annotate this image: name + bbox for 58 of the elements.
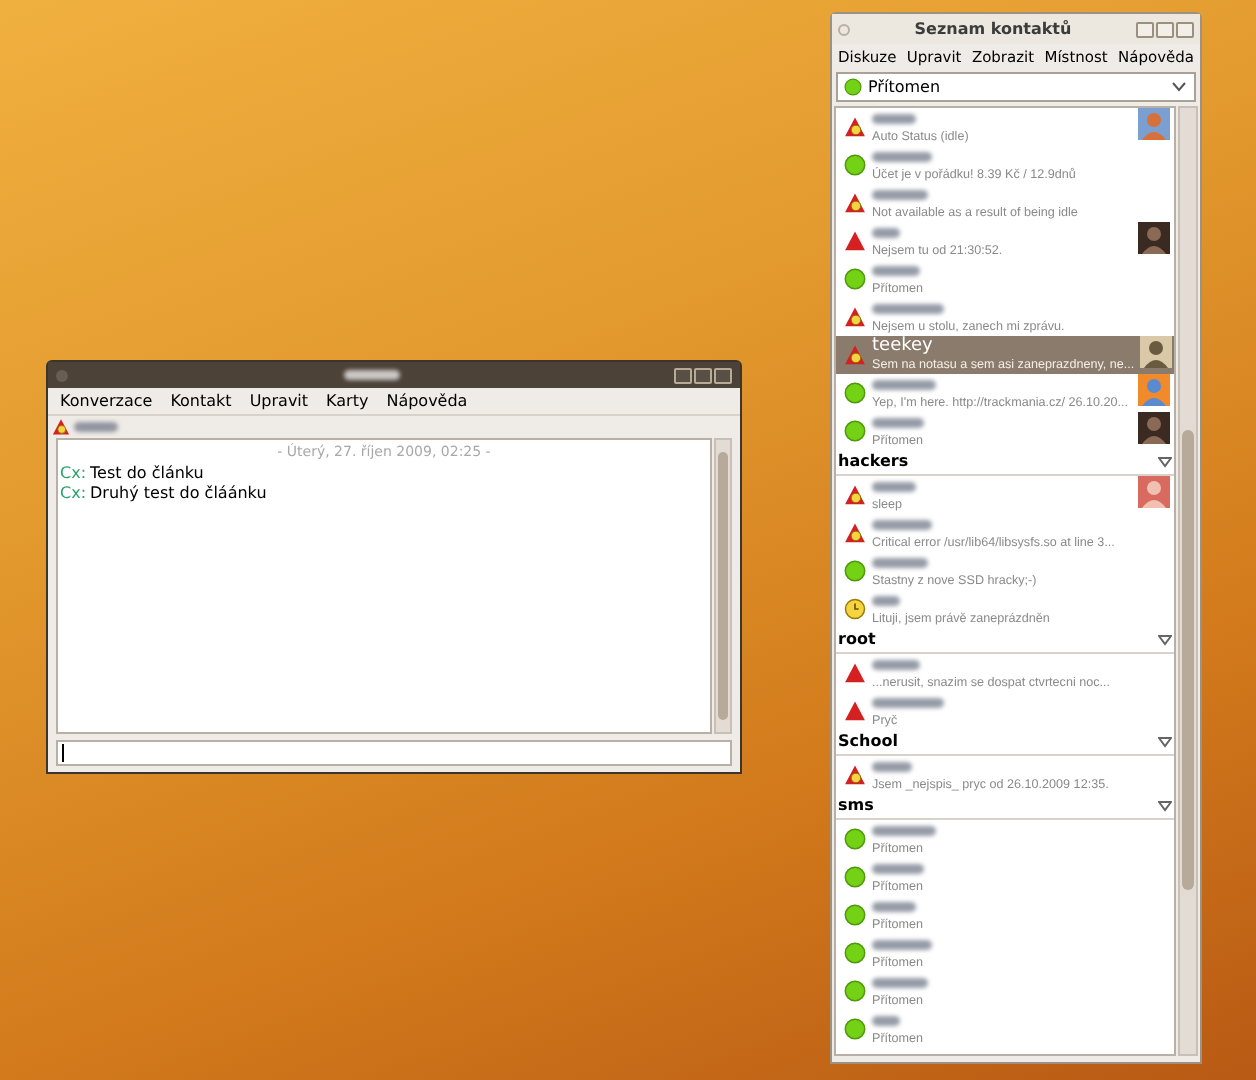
status-value: Přítomen xyxy=(868,75,943,99)
blurred-name xyxy=(872,557,928,567)
group-header[interactable]: sms xyxy=(836,794,1174,820)
blurred-name xyxy=(872,863,924,873)
blurred-name xyxy=(872,189,928,199)
blurred-name xyxy=(872,761,912,771)
message-input-field[interactable] xyxy=(56,740,732,766)
menu-item[interactable]: Upravit xyxy=(249,389,309,413)
close-button[interactable] xyxy=(714,367,732,383)
close-button[interactable] xyxy=(1175,21,1194,37)
blurred-name xyxy=(872,825,936,835)
group-name: root xyxy=(838,628,876,652)
contact-name: teekey xyxy=(872,337,935,355)
menu-item[interactable]: Konverzace xyxy=(60,389,153,413)
blurred-name xyxy=(74,421,118,431)
scrollbar[interactable] xyxy=(1178,106,1198,1056)
menu-item[interactable]: Karty xyxy=(326,389,369,413)
blurred-name xyxy=(872,417,924,427)
blurred-name xyxy=(872,481,916,491)
group-header[interactable]: School xyxy=(836,730,1174,756)
blurred-name xyxy=(872,977,928,987)
conversation-tab[interactable] xyxy=(48,414,740,436)
expanded-arrow-icon xyxy=(1158,736,1172,748)
blurred-name xyxy=(872,1015,900,1025)
group-header[interactable]: hackers xyxy=(836,450,1174,476)
expanded-arrow-icon xyxy=(1158,456,1172,468)
group-header[interactable]: root xyxy=(836,628,1174,654)
blurred-name xyxy=(872,303,944,313)
maximize-button[interactable] xyxy=(694,367,712,383)
window-title: Seznam kontaktů xyxy=(914,17,1072,41)
minimize-button[interactable] xyxy=(674,367,692,383)
message-text: Test do článku xyxy=(90,463,204,483)
blurred-name xyxy=(872,659,920,669)
message-sender: Cx: xyxy=(60,463,87,483)
blurred-name xyxy=(872,265,920,275)
status-selector[interactable]: Přítomen xyxy=(836,72,1196,102)
group-name: hackers xyxy=(838,450,909,474)
blurred-name xyxy=(872,151,932,161)
blurred-name xyxy=(872,519,932,529)
blurred-name xyxy=(872,901,916,911)
scrollbar[interactable] xyxy=(714,438,732,734)
group-name: School xyxy=(838,730,898,754)
blurred-name xyxy=(872,939,932,949)
menu-item[interactable]: Kontakt xyxy=(170,389,232,413)
blurred-name xyxy=(872,113,916,123)
expanded-arrow-icon xyxy=(1158,634,1172,646)
blurred-name xyxy=(872,379,936,389)
blurred-name xyxy=(872,595,900,605)
blurred-name xyxy=(872,227,900,237)
menu-item[interactable]: Nápověda xyxy=(386,389,468,413)
blurred-name xyxy=(343,370,399,380)
group-name: sms xyxy=(838,794,874,818)
maximize-button[interactable] xyxy=(1155,21,1174,37)
expanded-arrow-icon xyxy=(1158,800,1172,812)
blurred-name xyxy=(872,697,944,707)
message-sender: Cx: xyxy=(60,483,87,503)
message-text: Druhý test do čláánku xyxy=(90,483,267,503)
minimize-button[interactable] xyxy=(1135,21,1154,37)
